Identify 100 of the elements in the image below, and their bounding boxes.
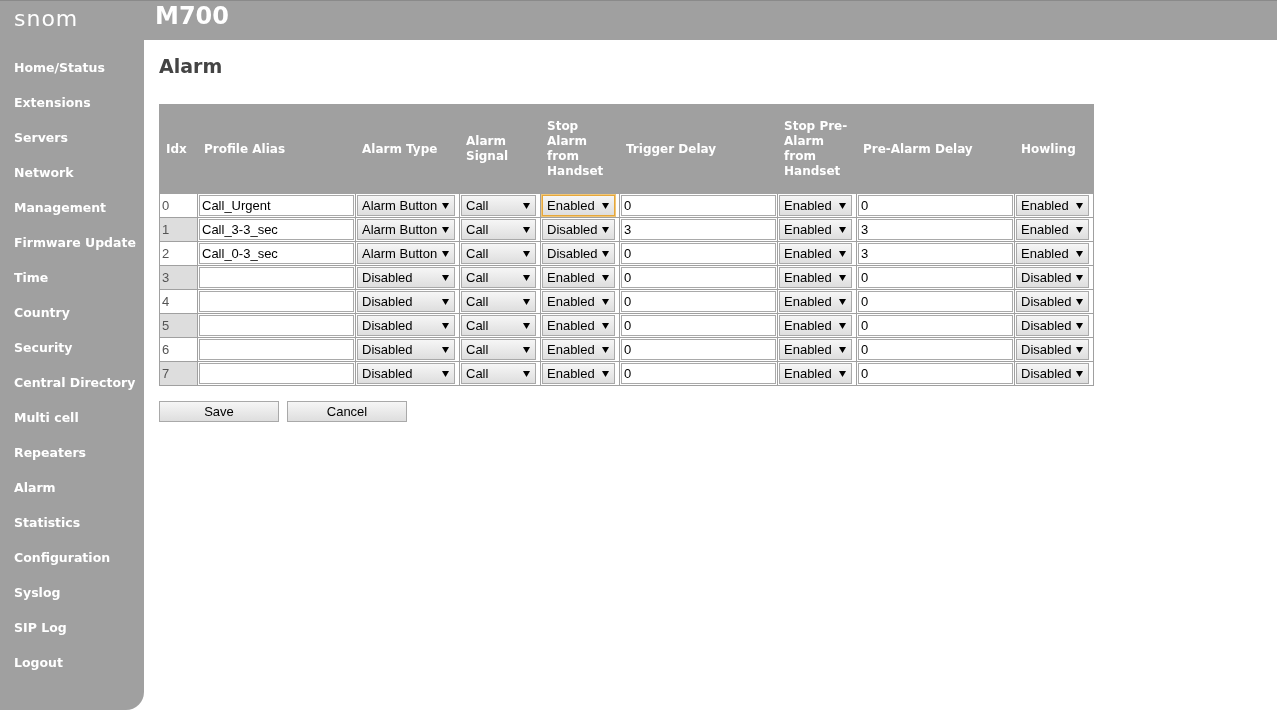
column-header: Pre-Alarm Delay	[862, 140, 974, 158]
howling-select[interactable]: Disabled	[1016, 267, 1089, 288]
howling-select[interactable]: Enabled	[1016, 243, 1089, 264]
stop-alarm-select[interactable]: Enabled	[542, 339, 615, 360]
alarm-signal-select[interactable]: Call	[461, 315, 536, 336]
howling-select[interactable]: Disabled	[1016, 339, 1089, 360]
profile-alias-field[interactable]: Call_0-3_sec	[199, 243, 354, 264]
pre-alarm-delay-field[interactable]: 0	[858, 291, 1013, 312]
pre-alarm-delay-field[interactable]: 0	[858, 315, 1013, 336]
stop-alarm-select[interactable]: Disabled	[542, 219, 615, 240]
caret-icon	[442, 370, 449, 377]
pre-alarm-delay-field[interactable]: 3	[858, 219, 1013, 240]
stop-pre-alarm-select[interactable]: Enabled	[779, 339, 852, 360]
caret-icon	[839, 250, 846, 257]
profile-alias-field[interactable]	[199, 339, 354, 360]
caret-icon	[1076, 250, 1083, 257]
profile-alias-field[interactable]	[199, 363, 354, 384]
caret-icon	[1076, 370, 1083, 377]
stop-pre-alarm-select[interactable]: Enabled	[779, 291, 852, 312]
caret-icon	[602, 226, 609, 233]
alarm-type-select[interactable]: Alarm Button	[357, 243, 455, 264]
caret-icon	[602, 298, 609, 305]
caret-icon	[442, 226, 449, 233]
pre-alarm-delay-field[interactable]: 0	[858, 195, 1013, 216]
alarm-signal-select[interactable]: Call	[461, 339, 536, 360]
stop-alarm-select[interactable]: Disabled	[542, 243, 615, 264]
caret-icon	[602, 274, 609, 281]
column-header: Stop Alarm from Handset	[546, 118, 605, 180]
stop-pre-alarm-select[interactable]: Enabled	[779, 195, 852, 216]
caret-icon	[442, 202, 449, 209]
caret-icon	[839, 202, 846, 209]
howling-select[interactable]: Disabled	[1016, 291, 1089, 312]
trigger-delay-field[interactable]: 3	[621, 219, 776, 240]
stop-alarm-select[interactable]: Enabled	[542, 363, 615, 384]
profile-alias-field[interactable]: Call_3-3_sec	[199, 219, 354, 240]
howling-select[interactable]: Disabled	[1016, 363, 1089, 384]
stop-pre-alarm-select[interactable]: Enabled	[779, 363, 852, 384]
alarm-type-select[interactable]: Disabled	[357, 291, 455, 312]
column-header: Alarm Signal	[465, 133, 510, 165]
profile-alias-field[interactable]	[199, 315, 354, 336]
pre-alarm-delay-field[interactable]: 3	[858, 243, 1013, 264]
caret-icon	[523, 346, 530, 353]
alarm-type-select[interactable]: Disabled	[357, 315, 455, 336]
trigger-delay-field[interactable]: 0	[621, 339, 776, 360]
stop-pre-alarm-select[interactable]: Enabled	[779, 267, 852, 288]
alarm-signal-select[interactable]: Call	[461, 195, 536, 216]
profile-alias-field[interactable]: Call_Urgent	[199, 195, 354, 216]
trigger-delay-field[interactable]: 0	[621, 363, 776, 384]
alarm-signal-select[interactable]: Call	[461, 267, 536, 288]
profile-alias-field[interactable]	[199, 267, 354, 288]
trigger-delay-field[interactable]: 0	[621, 267, 776, 288]
stop-alarm-select[interactable]: Enabled	[542, 267, 615, 288]
trigger-delay-field[interactable]: 0	[621, 291, 776, 312]
index-cell: 0	[160, 194, 197, 217]
logo-text: snom	[13, 6, 80, 31]
pre-alarm-delay-field[interactable]: 0	[858, 267, 1013, 288]
caret-icon	[839, 346, 846, 353]
index-cell: 3	[160, 266, 197, 289]
caret-icon	[1076, 346, 1083, 353]
index-cell: 1	[160, 218, 197, 241]
stop-pre-alarm-select[interactable]: Enabled	[779, 315, 852, 336]
save-button[interactable]: Save	[159, 401, 279, 422]
alarm-type-select[interactable]: Disabled	[357, 339, 455, 360]
howling-select[interactable]: Disabled	[1016, 315, 1089, 336]
cancel-button[interactable]: Cancel	[287, 401, 407, 422]
alarm-type-select[interactable]: Disabled	[357, 267, 455, 288]
pre-alarm-delay-field[interactable]: 0	[858, 339, 1013, 360]
trigger-delay-field[interactable]: 0	[621, 195, 776, 216]
alarm-signal-select[interactable]: Call	[461, 243, 536, 264]
trigger-delay-field[interactable]: 0	[621, 243, 776, 264]
alarm-signal-select[interactable]: Call	[461, 363, 536, 384]
caret-icon	[442, 274, 449, 281]
stop-alarm-select[interactable]: Enabled	[542, 195, 615, 216]
column-header: Trigger Delay	[625, 140, 718, 158]
caret-icon	[523, 370, 530, 377]
caret-icon	[839, 274, 846, 281]
caret-icon	[602, 250, 609, 257]
stop-alarm-select[interactable]: Enabled	[542, 315, 615, 336]
stop-alarm-select[interactable]: Enabled	[542, 291, 615, 312]
pre-alarm-delay-field[interactable]: 0	[858, 363, 1013, 384]
alarm-signal-select[interactable]: Call	[461, 219, 536, 240]
caret-icon	[1076, 226, 1083, 233]
column-header: Alarm Type	[361, 140, 439, 158]
trigger-delay-field[interactable]: 0	[621, 315, 776, 336]
caret-icon	[1076, 322, 1083, 329]
index-cell: 4	[160, 290, 197, 313]
alarm-type-select[interactable]: Alarm Button	[357, 195, 455, 216]
caret-icon	[442, 298, 449, 305]
alarm-type-select[interactable]: Alarm Button	[357, 219, 455, 240]
alarm-type-select[interactable]: Disabled	[357, 363, 455, 384]
stop-pre-alarm-select[interactable]: Enabled	[779, 219, 852, 240]
howling-select[interactable]: Enabled	[1016, 195, 1089, 216]
howling-select[interactable]: Enabled	[1016, 219, 1089, 240]
caret-icon	[839, 298, 846, 305]
caret-icon	[523, 226, 530, 233]
device-title: M700	[154, 1, 229, 30]
alarm-signal-select[interactable]: Call	[461, 291, 536, 312]
caret-icon	[523, 202, 530, 209]
profile-alias-field[interactable]	[199, 291, 354, 312]
stop-pre-alarm-select[interactable]: Enabled	[779, 243, 852, 264]
